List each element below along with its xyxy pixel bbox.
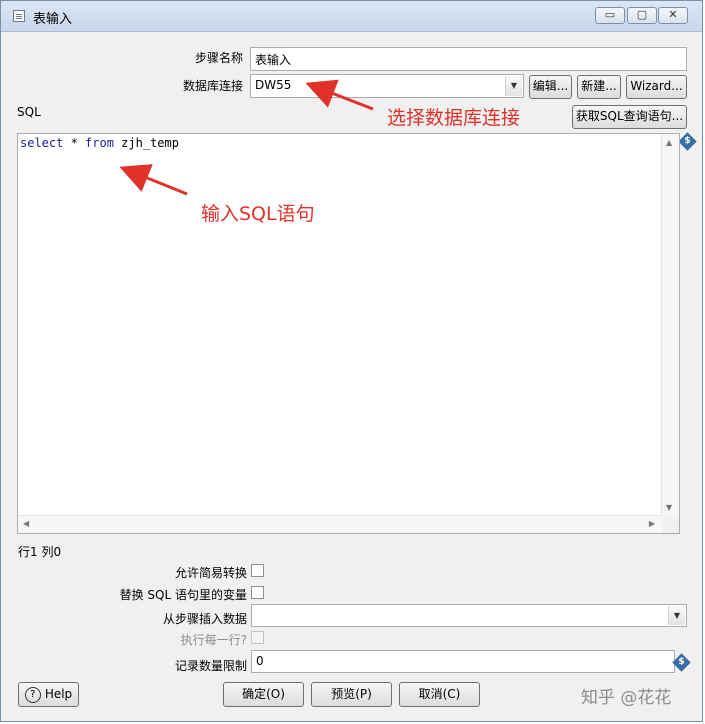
annotation-choose-db: 选择数据库连接	[387, 107, 521, 129]
watermark: 知乎 @花花	[581, 688, 672, 708]
table-input-dialog: 表输入 ▭ ▢ ✕ 步骤名称 表输入 数据库连接 DW55 ▼ 编辑... 新建…	[0, 0, 703, 722]
annotation-enter-sql: 输入SQL语句	[201, 203, 315, 225]
arrow-to-db-connection	[305, 79, 374, 111]
annotation-arrows	[119, 79, 374, 196]
arrow-to-sql-editor	[119, 164, 188, 196]
